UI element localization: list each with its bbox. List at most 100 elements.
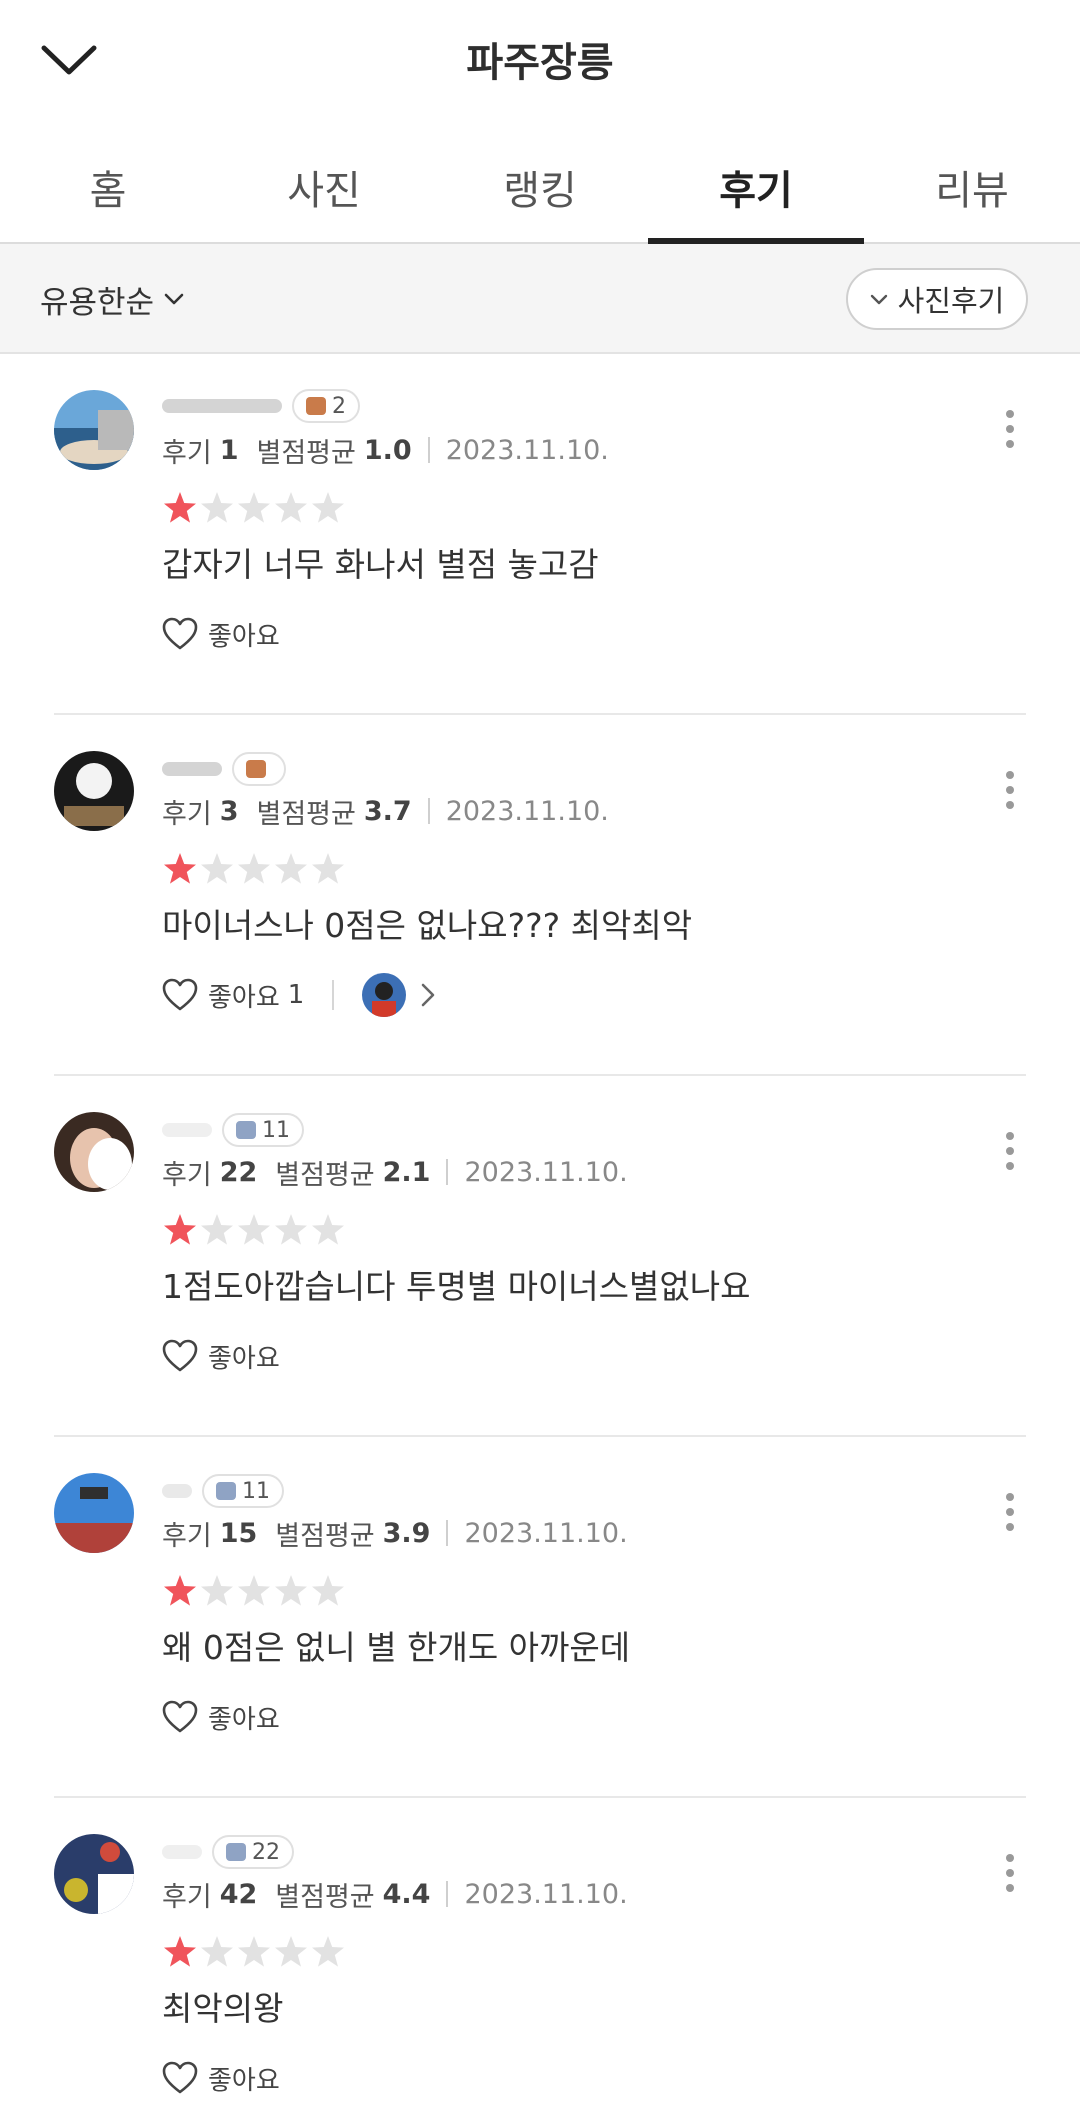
heart-icon[interactable] <box>162 1700 198 1734</box>
star-empty-icon <box>275 1936 307 1967</box>
reviewer-badge: 11 <box>202 1474 284 1508</box>
avatar[interactable] <box>54 1834 134 1914</box>
reviewer-name-row: 22 <box>162 1834 294 1870</box>
star-filled-icon <box>164 1575 196 1606</box>
liker-avatar[interactable] <box>362 973 407 1017</box>
tab-review[interactable]: 리뷰 <box>864 120 1080 242</box>
star-filled-icon <box>164 1936 196 1967</box>
more-options-button[interactable] <box>998 1126 1022 1176</box>
more-options-button[interactable] <box>998 404 1022 454</box>
more-options-button[interactable] <box>998 1487 1022 1537</box>
like-label[interactable]: 좋아요 <box>208 1699 280 1736</box>
like-label[interactable]: 좋아요 <box>208 2060 280 2097</box>
chevron-down-icon <box>164 293 184 305</box>
badge-level: 11 <box>242 1478 270 1504</box>
avatar[interactable] <box>54 751 134 831</box>
badge-icon <box>216 1482 236 1500</box>
filter-bar: 유용한순 사진후기 <box>0 244 1080 354</box>
star-empty-icon <box>275 1214 307 1245</box>
review-date: 2023.11.10. <box>464 1156 628 1188</box>
star-rating <box>162 488 347 528</box>
like-label[interactable]: 좋아요 <box>208 616 280 653</box>
tab-photos[interactable]: 사진 <box>216 120 432 242</box>
avatar[interactable] <box>54 1473 134 1553</box>
avg-rating: 4.4 <box>382 1878 431 1910</box>
review-item: 11 후기 22 별점평균 2.1 2023.11.10. 1점도아깝습니다 투… <box>0 1076 1080 1437</box>
tab-bar: 홈 사진 랭킹 후기 리뷰 <box>0 120 1080 244</box>
heart-icon[interactable] <box>162 617 198 651</box>
star-empty-icon <box>238 1575 270 1606</box>
avatar[interactable] <box>54 390 134 470</box>
avg-rating: 3.9 <box>382 1517 431 1549</box>
review-actions: 좋아요 <box>162 1334 288 1378</box>
review-meta: 후기 22 별점평균 2.1 2023.11.10. <box>162 1152 628 1192</box>
review-count-label: 후기 <box>162 1159 212 1191</box>
tab-home[interactable]: 홈 <box>0 120 216 242</box>
review-item: 후기 3 별점평균 3.7 2023.11.10. 마이너스나 0점은 없나요?… <box>0 715 1080 1076</box>
star-empty-icon <box>201 492 233 523</box>
review-count: 15 <box>219 1517 258 1549</box>
review-meta: 후기 15 별점평균 3.9 2023.11.10. <box>162 1513 628 1553</box>
review-count-label: 후기 <box>162 437 212 469</box>
avg-rating-label: 별점평균 <box>275 1159 375 1191</box>
reviewer-name-blurred[interactable] <box>162 399 282 413</box>
badge-icon <box>306 397 326 415</box>
tab-reviews[interactable]: 후기 <box>648 120 864 244</box>
divider <box>446 1520 449 1546</box>
star-rating <box>162 849 347 889</box>
reviewer-name-blurred[interactable] <box>162 762 222 776</box>
heart-icon[interactable] <box>162 1339 198 1373</box>
reviewer-badge <box>232 752 286 786</box>
star-empty-icon <box>238 492 270 523</box>
review-meta: 후기 42 별점평균 4.4 2023.11.10. <box>162 1874 628 1914</box>
reviewer-name-blurred[interactable] <box>162 1845 202 1859</box>
star-empty-icon <box>238 1214 270 1245</box>
star-rating <box>162 1210 347 1250</box>
review-item: 11 후기 15 별점평균 3.9 2023.11.10. 왜 0점은 없니 별… <box>0 1437 1080 1798</box>
star-empty-icon <box>312 1575 344 1606</box>
check-icon <box>870 292 888 306</box>
sort-dropdown[interactable]: 유용한순 <box>40 274 184 324</box>
star-empty-icon <box>312 1214 344 1245</box>
reviewer-name-blurred[interactable] <box>162 1123 212 1137</box>
badge-level: 11 <box>262 1117 290 1143</box>
review-item: 2 후기 1 별점평균 1.0 2023.11.10. 갑자기 너무 화나서 별… <box>0 354 1080 715</box>
heart-icon[interactable] <box>162 978 198 1012</box>
reviewer-name-row: 11 <box>162 1473 284 1509</box>
more-options-button[interactable] <box>998 765 1022 815</box>
star-empty-icon <box>201 1936 233 1967</box>
review-actions: 좋아요 <box>162 2056 288 2100</box>
avg-rating-label: 별점평균 <box>275 1520 375 1552</box>
tab-ranking[interactable]: 랭킹 <box>432 120 648 242</box>
review-count: 1 <box>219 434 239 466</box>
review-date: 2023.11.10. <box>464 1878 628 1910</box>
review-text: 갑자기 너무 화나서 별점 놓고감 <box>162 545 599 584</box>
star-empty-icon <box>275 853 307 884</box>
avatar[interactable] <box>54 1112 134 1192</box>
avg-rating-label: 별점평균 <box>256 798 356 830</box>
like-label[interactable]: 좋아요 <box>208 977 280 1014</box>
photo-review-filter-button[interactable]: 사진후기 <box>846 268 1028 330</box>
reviewer-name-blurred[interactable] <box>162 1484 192 1498</box>
app-header: 파주장릉 <box>0 0 1080 120</box>
star-empty-icon <box>201 853 233 884</box>
review-text: 1점도아깝습니다 투명별 마이너스별없나요 <box>162 1267 751 1306</box>
like-label[interactable]: 좋아요 <box>208 1338 280 1375</box>
heart-icon[interactable] <box>162 2061 198 2095</box>
badge-icon <box>246 760 266 778</box>
review-date: 2023.11.10. <box>445 434 609 466</box>
avg-rating: 1.0 <box>363 434 412 466</box>
avg-rating: 2.1 <box>382 1156 431 1188</box>
star-rating <box>162 1571 347 1611</box>
star-empty-icon <box>238 853 270 884</box>
divider <box>446 1881 449 1907</box>
divider <box>332 980 335 1010</box>
review-actions: 좋아요 1 <box>162 973 436 1017</box>
more-options-button[interactable] <box>998 1848 1022 1898</box>
star-empty-icon <box>201 1575 233 1606</box>
chevron-right-icon[interactable] <box>420 982 436 1008</box>
review-text: 최악의왕 <box>162 1989 284 2028</box>
reviewer-badge: 22 <box>212 1835 294 1869</box>
reviewer-name-row <box>162 751 286 787</box>
star-filled-icon <box>164 1214 196 1245</box>
